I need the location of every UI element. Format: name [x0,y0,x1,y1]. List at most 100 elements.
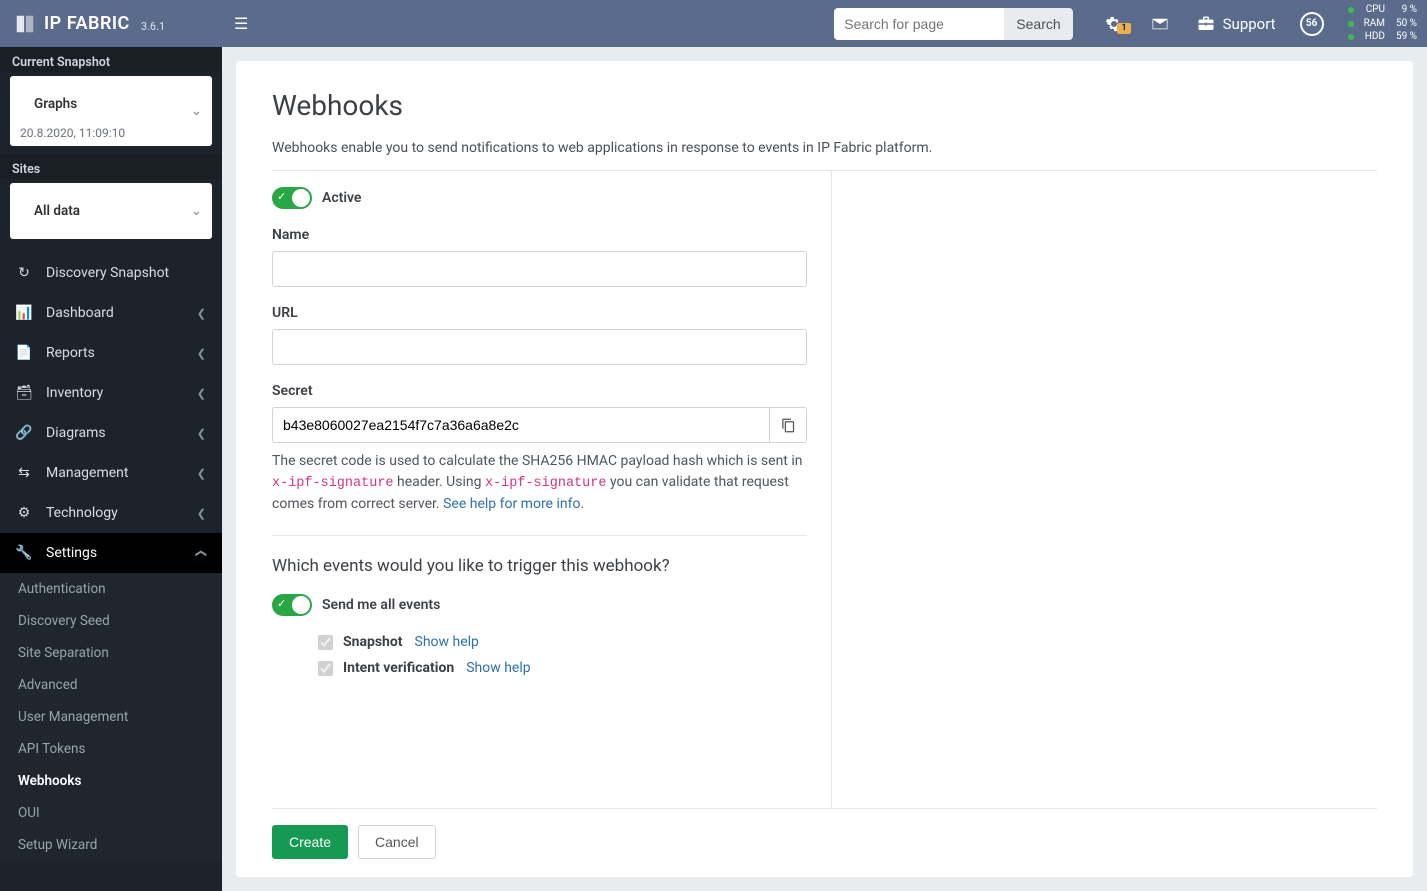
archive-icon: 🗃 [16,385,32,401]
chevron-left-icon: ❮ [197,427,206,440]
columns: ✓ Active Name URL Secret [272,171,1377,808]
check-icon: ✓ [277,597,286,610]
send-all-toggle-row: ✓ Send me all events [272,594,807,616]
page-title: Webhooks [272,89,1377,122]
active-toggle-row: ✓ Active [272,187,807,209]
snapshot-select-title: Graphs [20,82,182,126]
cancel-button[interactable]: Cancel [358,825,436,859]
nav-reports[interactable]: 📄 Reports ❮ [0,333,222,373]
topbar-right: Search 1 Support 56 CPU 9 % [834,3,1427,44]
intent-label: Intent verification [343,660,454,676]
sub-advanced[interactable]: Advanced [0,669,222,701]
sub-site-separation[interactable]: Site Separation [0,637,222,669]
search-button[interactable]: Search [1004,8,1072,40]
chevron-left-icon: ❮ [197,387,206,400]
sub-discovery-seed[interactable]: Discovery Seed [0,605,222,637]
see-help-link[interactable]: See help for more info [443,496,580,512]
toggle-knob [292,596,310,614]
chevron-left-icon: ❮ [197,507,206,520]
search-input[interactable] [834,8,1004,40]
empty-column [832,171,1377,808]
status-dot-icon [1348,7,1354,13]
status-dot-icon [1348,34,1354,40]
sites-select-value: All data [20,189,182,233]
wrench-icon: 🔧 [16,545,32,561]
nav-technology[interactable]: ⚙ Technology ❮ [0,493,222,533]
settings-gear-icon[interactable]: 1 [1091,15,1137,33]
refresh-icon: ↻ [16,265,32,281]
send-all-toggle[interactable]: ✓ [272,594,312,616]
snapshot-event-row: Snapshot Show help [318,634,807,650]
active-label: Active [322,190,361,206]
support-link[interactable]: Support [1183,15,1290,33]
name-input[interactable] [272,251,807,287]
mail-icon[interactable] [1137,15,1183,33]
nav-settings[interactable]: 🔧 Settings ❮ [0,533,222,573]
chevron-down-icon: ❮ [195,548,208,557]
copy-button[interactable] [769,407,807,443]
ram-stat: RAM 50 % [1348,17,1417,31]
sub-api-tokens[interactable]: API Tokens [0,733,222,765]
url-label: URL [272,305,807,321]
events-title: Which events would you like to trigger t… [272,556,807,576]
copy-icon [781,418,796,433]
dashboard-icon: 📊 [16,305,32,321]
avatar[interactable]: 56 [1300,12,1324,36]
create-button[interactable]: Create [272,825,348,859]
intent-show-help-link[interactable]: Show help [466,660,530,676]
sub-setup-wizard[interactable]: Setup Wizard [0,829,222,861]
exchange-icon: ⇆ [16,465,32,481]
chevron-down-icon: ⌄ [191,203,202,219]
sub-user-management[interactable]: User Management [0,701,222,733]
snapshot-show-help-link[interactable]: Show help [415,634,479,650]
secret-field: Secret The secret code is used to calcul… [272,383,807,515]
support-label: Support [1223,15,1276,33]
menu-toggle-icon[interactable]: ☰ [234,14,248,33]
toggle-knob [292,189,310,207]
separator [272,535,807,536]
sites-select[interactable]: All data ⌄ [10,183,212,239]
status-dot-icon [1348,21,1354,27]
card: Webhooks Webhooks enable you to send not… [236,61,1413,877]
logo-text: IP FABRIC [44,13,130,34]
send-all-label: Send me all events [322,597,440,613]
url-input[interactable] [272,329,807,365]
branch-icon: 🔗 [16,425,32,441]
intent-event-row: Intent verification Show help [318,660,807,676]
nav-discovery-snapshot[interactable]: ↻ Discovery Snapshot [0,253,222,293]
nav-inventory[interactable]: 🗃 Inventory ❮ [0,373,222,413]
form-column: ✓ Active Name URL Secret [272,171,832,808]
nav-dashboard[interactable]: 📊 Dashboard ❮ [0,293,222,333]
snapshot-select-subtitle: 20.8.2020, 11:09:10 [20,126,182,140]
snapshot-checkbox[interactable] [318,635,333,650]
system-stats: CPU 9 % RAM 50 % HDD 59 % [1334,3,1427,44]
main: Webhooks Webhooks enable you to send not… [222,47,1427,891]
intent-checkbox[interactable] [318,661,333,676]
sites-label: Sites [0,154,222,179]
sub-oui[interactable]: OUI [0,797,222,829]
layout: Current Snapshot Graphs 20.8.2020, 11:09… [0,47,1427,891]
search-wrap: Search [834,8,1072,40]
nav-management[interactable]: ⇆ Management ❮ [0,453,222,493]
logo-area: IP FABRIC 3.6.1 [0,0,222,47]
secret-input-wrap [272,407,807,443]
sub-webhooks[interactable]: Webhooks [0,765,222,797]
url-field: URL [272,305,807,365]
page-description: Webhooks enable you to send notification… [272,140,1377,171]
gears-icon: ⚙ [16,505,32,521]
logo-icon [14,13,36,35]
topbar: IP FABRIC 3.6.1 ☰ Search 1 Support 56 [0,0,1427,47]
code-literal: x-ipf-signature [485,476,607,491]
active-toggle[interactable]: ✓ [272,187,312,209]
settings-subnav: Authentication Discovery Seed Site Separ… [0,573,222,861]
notifications-badge: 1 [1117,23,1130,34]
cpu-stat: CPU 9 % [1348,3,1417,17]
form-footer: Create Cancel [272,808,1377,859]
secret-help-text: The secret code is used to calculate the… [272,451,807,515]
nav-diagrams[interactable]: 🔗 Diagrams ❮ [0,413,222,453]
sub-authentication[interactable]: Authentication [0,573,222,605]
snapshot-select[interactable]: Graphs 20.8.2020, 11:09:10 ⌄ [10,76,212,146]
code-literal: x-ipf-signature [272,476,394,491]
secret-input[interactable] [272,407,769,443]
snapshot-label: Snapshot [343,634,403,650]
